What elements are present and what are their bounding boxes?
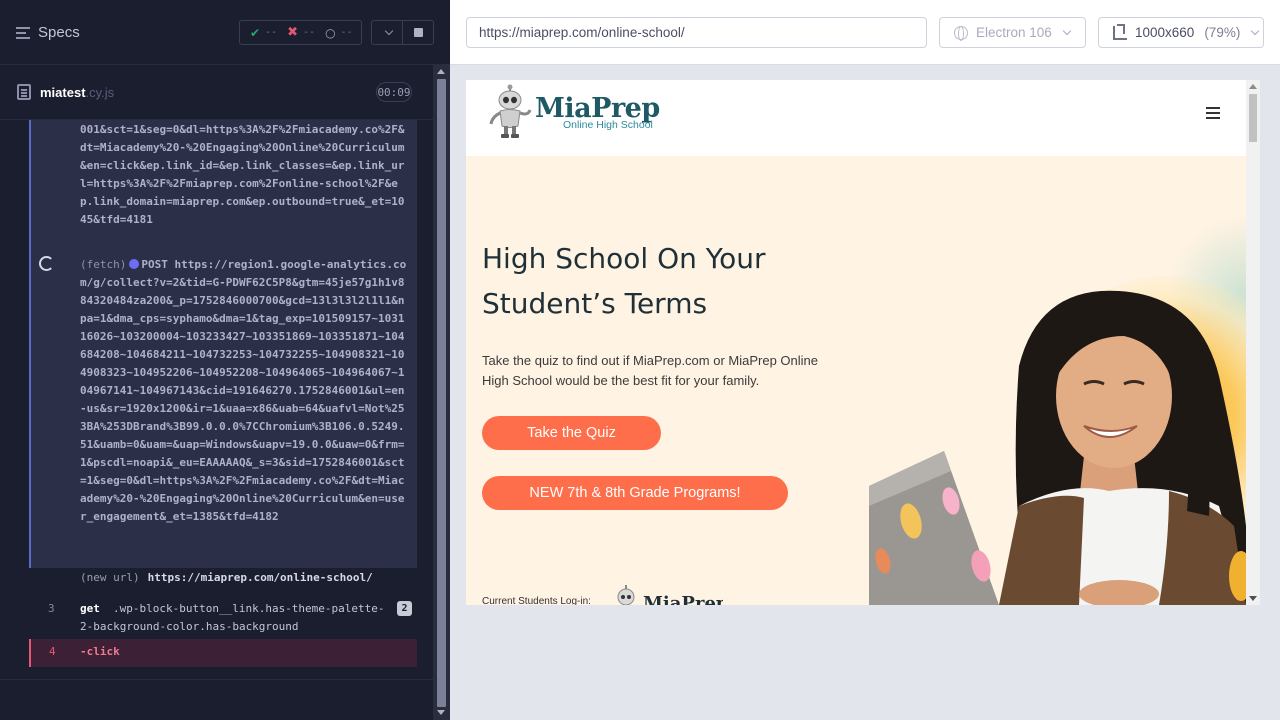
command-name: -click [80,645,120,658]
command-number: 3 [48,602,55,615]
fetch-label: (fetch) [80,258,127,271]
specs-label: Specs [38,24,80,41]
stop-icon [413,28,423,37]
stop-button[interactable] [403,21,433,44]
hero-description: Take the quiz to find out if MiaPrep.com… [482,353,818,388]
ruler-icon [1113,23,1127,40]
command-row-fetch[interactable]: (fetch) POST https://region1.google-analy… [29,248,417,568]
url-bar[interactable]: https://miaprep.com/online-school/ [466,17,927,48]
runner-header: Specs ✔ -- ✖ -- ○ -- [0,0,450,65]
element-count-badge: 2 [397,601,412,616]
pending-icon: ○ [325,25,336,40]
scroll-down-icon[interactable] [437,710,445,715]
chevron-down-icon [384,26,394,35]
scroll-down-icon[interactable] [1249,596,1257,601]
site-logo-subtitle: Online High School [563,119,653,131]
viewport-info[interactable]: 1000x660 (79%) [1098,17,1264,48]
take-quiz-button[interactable]: Take the Quiz [482,416,661,450]
command-log-panel: Specs ✔ -- ✖ -- ○ -- miatest.cy.js 00:09 00… [0,0,450,720]
hamburger-menu-icon[interactable] [1206,107,1220,119]
menu-icon [16,26,30,39]
browser-name: Electron 106 [976,25,1052,40]
command-selector: .wp-block-button__link.has-theme-palette… [80,602,385,633]
loading-spinner-icon [39,256,54,271]
scroll-up-icon[interactable] [437,69,445,74]
new-url-event: (new url) https://miaprep.com/online-scho… [80,571,373,584]
miaprep-login-logo[interactable]: MiaPrep [613,584,723,605]
electron-icon [954,25,968,41]
new-grade-programs-button[interactable]: NEW 7th & 8th Grade Programs! [482,476,788,510]
app-preview: MiaPrep Online High School High School O… [466,80,1260,605]
fetch-url: https://region1.google-analytics.com/g/c… [80,258,407,523]
fetch-message: (fetch) POST https://region1.google-analy… [80,256,411,526]
chevron-down-icon [1062,26,1072,35]
hero-section: High School On Your Student’s Terms Take… [466,156,1246,605]
spec-file-name[interactable]: miatest.cy.js [40,85,114,100]
mini-logo-text: MiaPrep [643,593,723,605]
command-row-prev[interactable]: 001&sct=1&seg=0&dl=https%3A%2F%2Fmiacade… [29,120,417,248]
student-photo [869,290,1246,605]
file-ext: .cy.js [85,85,115,100]
scrollbar-thumb[interactable] [1249,94,1257,142]
command-log-scrollbar[interactable] [433,65,450,720]
passed-stat: ✔ -- [250,25,278,40]
failed-stat: ✖ -- [287,25,316,40]
expand-button[interactable] [372,21,403,44]
site-header: MiaPrep Online High School [466,80,1246,156]
hero-headline: High School On Your Student’s Terms [482,242,766,320]
test-stats: ✔ -- ✖ -- ○ -- [239,20,362,45]
pending-dot-icon [129,259,140,269]
zoom-level: (79%) [1204,25,1241,40]
divider [0,679,433,680]
chevron-down-icon [1251,26,1260,35]
command-message: 001&sct=1&seg=0&dl=https%3A%2F%2Fmiacade… [80,123,405,226]
check-icon: ✔ [250,25,261,40]
file-icon [17,84,31,100]
scrollbar-thumb[interactable] [437,79,446,707]
command-row-click[interactable]: 4 -click [29,639,417,667]
command-row-get[interactable]: 3 .wp-block-button__link.has-theme-palet… [29,598,417,638]
specs-toggle[interactable]: Specs [16,24,80,41]
new-url-value: https://miaprep.com/online-school/ [147,571,373,584]
fetch-method: POST [141,258,168,271]
new-url-label: (new url) [80,571,140,584]
pending-stat: ○ -- [325,25,353,40]
browser-selector[interactable]: Electron 106 [939,17,1086,48]
viewport-size: 1000x660 [1135,25,1195,40]
x-icon: ✖ [287,25,299,40]
file-name: miatest [40,85,86,100]
command-name: get [80,602,100,615]
students-login-label: Current Students Log-in: [482,596,591,605]
spec-duration: 00:09 [376,82,412,102]
preview-scrollbar[interactable] [1246,80,1260,605]
scroll-up-icon[interactable] [1249,84,1257,89]
robot-logo-icon [489,84,532,138]
command-number: 4 [49,645,56,658]
run-controls [371,20,434,45]
